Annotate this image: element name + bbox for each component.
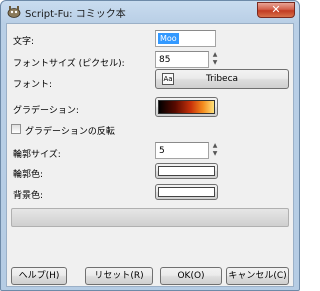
text-input[interactable]: Moo bbox=[155, 30, 216, 47]
gradient-preview bbox=[158, 100, 215, 114]
font-size-value: 85 bbox=[159, 55, 171, 65]
text-label: 文字: bbox=[13, 37, 35, 47]
outline-color-swatch bbox=[158, 166, 215, 176]
font-label: フォント: bbox=[13, 80, 53, 90]
spin-up-icon[interactable]: ▲ bbox=[211, 142, 219, 150]
outline-size-value: 5 bbox=[159, 146, 165, 156]
bg-color-button[interactable] bbox=[155, 184, 218, 200]
title-bar[interactable]: Script-Fu: コミック本 ✕ bbox=[1, 1, 299, 23]
reset-button[interactable]: リセット(R) bbox=[85, 267, 153, 285]
outline-color-button[interactable] bbox=[155, 163, 218, 179]
text-input-value: Moo bbox=[158, 33, 179, 44]
outline-size-label: 輪郭サイズ: bbox=[13, 150, 61, 160]
font-icon: Aa bbox=[162, 73, 174, 85]
gradient-select-button[interactable] bbox=[155, 97, 218, 117]
font-size-input[interactable]: 85 bbox=[155, 51, 209, 68]
dialog-window: Script-Fu: コミック本 ✕ 文字: Moo フォントサイズ (ピクセル… bbox=[0, 0, 300, 291]
gradient-reverse-checkbox[interactable] bbox=[11, 124, 21, 134]
ok-button[interactable]: OK(O) bbox=[160, 267, 222, 285]
outline-size-spinner[interactable]: ▲ ▼ bbox=[211, 142, 219, 159]
cancel-button[interactable]: キャンセル(C) bbox=[226, 267, 289, 285]
progress-bar bbox=[11, 208, 289, 227]
font-select-button[interactable]: Aa Tribeca bbox=[155, 69, 289, 89]
bg-color-swatch bbox=[158, 187, 215, 197]
bg-color-label: 背景色: bbox=[13, 191, 44, 201]
gradient-reverse-label[interactable]: グラデーションの反転 bbox=[25, 124, 115, 137]
outline-size-input[interactable]: 5 bbox=[155, 142, 209, 159]
close-icon: ✕ bbox=[271, 3, 281, 16]
font-size-spinner[interactable]: ▲ ▼ bbox=[211, 51, 219, 68]
spin-down-icon[interactable]: ▼ bbox=[211, 59, 219, 67]
window-title: Script-Fu: コミック本 bbox=[25, 9, 126, 20]
spin-down-icon[interactable]: ▼ bbox=[211, 150, 219, 158]
gimp-app-icon bbox=[7, 6, 21, 18]
close-button[interactable]: ✕ bbox=[257, 2, 295, 18]
help-button[interactable]: ヘルプ(H) bbox=[11, 267, 67, 285]
font-value: Tribeca bbox=[205, 74, 239, 84]
spin-up-icon[interactable]: ▲ bbox=[211, 51, 219, 59]
font-size-label: フォントサイズ (ピクセル): bbox=[13, 59, 125, 69]
dialog-body: 文字: Moo フォントサイズ (ピクセル): 85 ▲ ▼ フォント: Aa … bbox=[6, 23, 294, 287]
outline-color-label: 輪郭色: bbox=[13, 170, 44, 180]
gradient-label: グラデーション: bbox=[13, 106, 79, 116]
